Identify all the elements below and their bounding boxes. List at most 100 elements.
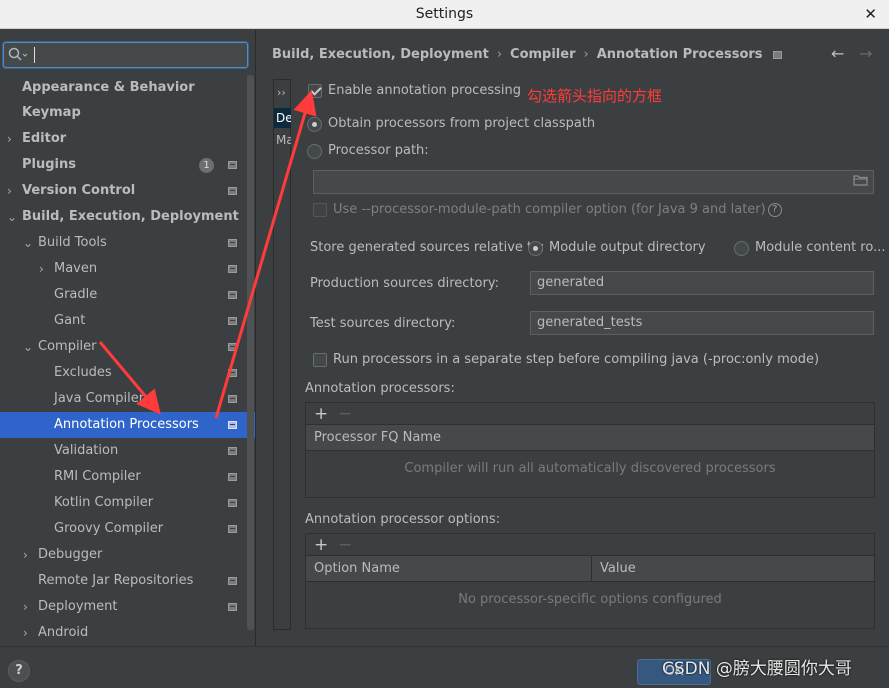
sidebar-item-maven[interactable]: › Maven — [0, 256, 247, 282]
text-caret — [34, 47, 35, 63]
separate-step-label: Run processors in a separate step before… — [333, 352, 820, 367]
chevron-right-icon[interactable]: › — [23, 542, 28, 568]
sidebar-item-excludes[interactable]: Excludes — [0, 360, 247, 386]
project-settings-icon — [228, 421, 237, 429]
add-option-icon[interactable]: + — [314, 534, 328, 556]
add-processor-icon[interactable]: + — [314, 403, 328, 425]
sidebar-item-annotation-processors[interactable]: Annotation Processors — [0, 412, 255, 438]
help-icon[interactable]: ? — [767, 203, 782, 217]
production-sources-input[interactable]: generated — [530, 271, 874, 295]
sidebar-item-version-control[interactable]: › Version Control — [0, 178, 247, 204]
breadcrumb-separator: › — [583, 47, 589, 62]
window-title: Settings — [415, 6, 474, 22]
module-output-radio[interactable] — [528, 240, 543, 256]
settings-content: Build, Execution, Deployment › Compiler › An… — [257, 30, 889, 646]
project-settings-icon — [228, 187, 237, 195]
sidebar-item-label: Plugins — [22, 157, 76, 172]
project-settings-icon — [228, 161, 237, 169]
sidebar-item-label: Annotation Processors — [54, 417, 199, 432]
sidebar-item-build-execution-deployment[interactable]: ⌄ Build, Execution, Deployment — [0, 204, 247, 230]
sidebar-item-compiler[interactable]: ⌄ Compiler — [0, 334, 247, 360]
sidebar-item-debugger[interactable]: › Debugger — [0, 542, 247, 568]
module-path-label: Use --processor-module-path compiler opt… — [333, 202, 766, 217]
module-path-option-row: Use --processor-module-path compiler opt… — [313, 201, 782, 220]
column-header[interactable]: Processor FQ Name — [306, 425, 441, 451]
column-header[interactable]: Value — [591, 556, 636, 582]
chevron-down-icon[interactable]: ⌄ — [23, 334, 33, 360]
watermark-text: CSDN @膀大腰圆你大哥 — [662, 659, 852, 679]
sidebar-item-label: Deployment — [38, 599, 118, 614]
sidebar-scrollbar[interactable] — [247, 75, 254, 630]
sidebar-item-build-tools[interactable]: ⌄ Build Tools — [0, 230, 247, 256]
chevron-right-icon[interactable]: › — [39, 256, 44, 282]
module-output-row[interactable]: Module output directory — [528, 239, 706, 258]
sidebar-item-android[interactable]: › Android — [0, 620, 247, 646]
sidebar-item-label: Groovy Compiler — [54, 521, 164, 536]
profile-default[interactable]: De — [274, 108, 291, 128]
forward-arrow-icon: → — [859, 44, 873, 63]
profile-maven[interactable]: Ma — [274, 130, 291, 150]
title-bar: Settings ✕ — [0, 0, 889, 29]
sidebar-item-kotlin-compiler[interactable]: Kotlin Compiler — [0, 490, 247, 516]
sidebar-item-validation[interactable]: Validation — [0, 438, 247, 464]
enable-annotation-processing-row[interactable]: Enable annotation processing — [308, 82, 521, 101]
sidebar-item-remote-jar-repositories[interactable]: Remote Jar Repositories — [0, 568, 247, 594]
sidebar-item-appearance-behavior[interactable]: Appearance & Behavior — [0, 75, 247, 101]
module-content-radio[interactable] — [734, 240, 749, 256]
sidebar-item-keymap[interactable]: Keymap — [0, 100, 247, 126]
module-content-label: Module content ro... — [755, 240, 886, 255]
project-settings-icon — [228, 499, 237, 507]
breadcrumb-item[interactable]: Build, Execution, Deployment — [272, 47, 489, 62]
sidebar-item-java-compiler[interactable]: Java Compiler — [0, 386, 247, 412]
column-header[interactable]: Option Name — [306, 556, 400, 582]
search-box[interactable] — [3, 42, 248, 68]
help-button[interactable]: ? — [8, 660, 30, 682]
options-empty-text: No processor-specific options configured — [458, 592, 722, 607]
sidebar-item-label: Appearance & Behavior — [22, 80, 195, 95]
search-input[interactable] — [40, 45, 240, 65]
processor-path-field[interactable] — [313, 170, 874, 194]
separate-step-row[interactable]: Run processors in a separate step before… — [313, 351, 819, 370]
sidebar-item-label: Gradle — [54, 287, 98, 302]
chevron-right-icon[interactable]: › — [23, 594, 28, 620]
sidebar-item-label: Excludes — [54, 365, 112, 380]
chevron-right-icon[interactable]: › — [7, 178, 12, 204]
project-settings-icon — [228, 473, 237, 481]
chevron-right-icon[interactable]: › — [7, 126, 12, 152]
sidebar-item-rmi-compiler[interactable]: RMI Compiler — [0, 464, 247, 490]
test-sources-input[interactable]: generated_tests — [530, 311, 874, 335]
close-icon[interactable]: ✕ — [864, 5, 877, 23]
sidebar-item-gradle[interactable]: Gradle — [0, 282, 247, 308]
options-table-header: Option Name Value — [306, 556, 874, 582]
enable-annotation-processing-checkbox[interactable] — [308, 84, 322, 98]
chevron-right-icon[interactable]: › — [23, 620, 28, 646]
processors-table: + − Processor FQ Name Compiler will run … — [305, 402, 875, 498]
sidebar-item-label: Editor — [22, 131, 67, 146]
sidebar-item-label: Compiler — [38, 339, 97, 354]
chevron-down-icon[interactable]: ⌄ — [7, 204, 17, 230]
sidebar-item-plugins[interactable]: Plugins 1 — [0, 152, 247, 178]
breadcrumb-item[interactable]: Compiler — [510, 47, 575, 62]
sidebar-item-groovy-compiler[interactable]: Groovy Compiler — [0, 516, 247, 542]
search-icon — [8, 47, 28, 67]
sidebar-item-label: Remote Jar Repositories — [38, 573, 194, 588]
separate-step-checkbox[interactable] — [313, 353, 327, 367]
obtain-from-classpath-radio[interactable] — [307, 116, 322, 132]
production-sources-label: Production sources directory: — [310, 276, 499, 291]
annotation-processor-options-label: Annotation processor options: — [305, 512, 501, 527]
module-content-row[interactable]: Module content ro... — [734, 239, 886, 258]
expand-panel-icon[interactable]: ›› — [277, 86, 286, 99]
breadcrumb-separator: › — [496, 47, 503, 62]
obtain-from-classpath-row[interactable]: Obtain processors from project classpath — [307, 115, 595, 134]
back-arrow-icon[interactable]: ← — [831, 44, 844, 63]
processor-path-radio[interactable] — [307, 143, 322, 159]
folder-icon[interactable] — [853, 174, 868, 186]
sidebar-item-gant[interactable]: Gant — [0, 308, 247, 334]
sidebar-item-label: Android — [38, 625, 89, 640]
sidebar-item-editor[interactable]: › Editor — [0, 126, 247, 152]
project-settings-icon — [228, 265, 237, 273]
chevron-down-icon[interactable]: ⌄ — [23, 230, 33, 256]
sidebar-item-deployment[interactable]: › Deployment — [0, 594, 247, 620]
sidebar-item-label: Build Tools — [38, 235, 107, 250]
processor-path-row[interactable]: Processor path: — [307, 142, 429, 161]
